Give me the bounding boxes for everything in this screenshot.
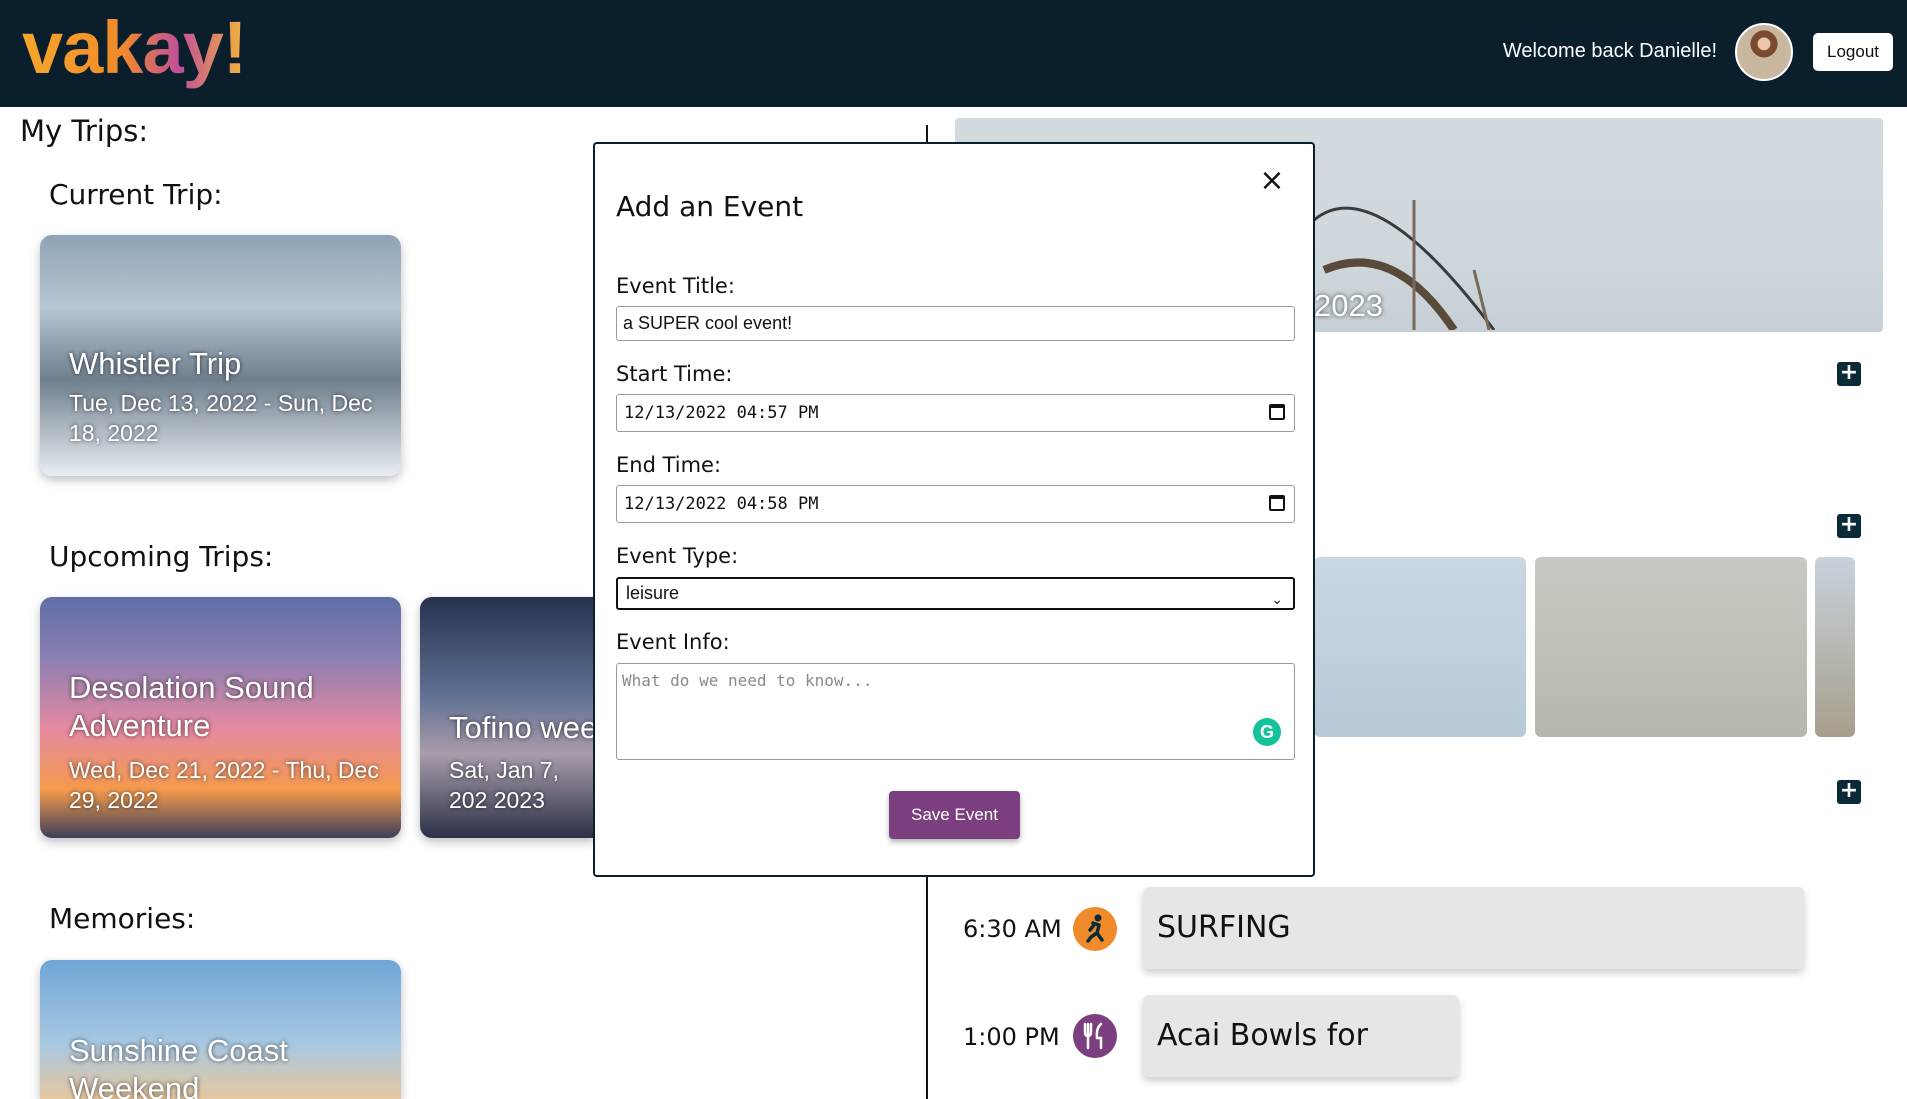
start-time-input[interactable]: 12/13/2022 04:57 PM	[616, 394, 1295, 432]
memory-card[interactable]: Sunshine Coast Weekend	[40, 960, 401, 1099]
event-card[interactable]: SURFING	[1143, 887, 1804, 969]
memory-photo[interactable]	[1314, 557, 1526, 737]
trip-title: Tofino wee	[449, 710, 595, 745]
memories-heading: Memories:	[49, 902, 196, 935]
upcoming-trip-card[interactable]: Desolation Sound Adventure Wed, Dec 21, …	[40, 597, 401, 838]
event-type-select[interactable]: leisure ⌄	[616, 577, 1295, 610]
event-type-value: leisure	[626, 583, 680, 603]
memory-photo[interactable]	[1815, 557, 1855, 737]
calendar-icon[interactable]	[1269, 495, 1285, 511]
chevron-down-icon: ⌄	[1271, 591, 1283, 607]
event-time: 6:30 AM	[963, 915, 1062, 943]
add-photo-button[interactable]: +	[1837, 514, 1861, 538]
app-logo[interactable]: vakay!	[22, 0, 247, 96]
calendar-icon[interactable]	[1269, 404, 1285, 420]
start-time-value: 12/13/2022 04:57 PM	[624, 403, 819, 423]
end-time-input[interactable]: 12/13/2022 04:58 PM	[616, 485, 1295, 523]
event-info-textarea[interactable]: What do we need to know... G	[616, 663, 1295, 760]
add-event-button[interactable]: +	[1837, 362, 1861, 386]
upcoming-trip-card[interactable]: Tofino wee Sat, Jan 7, 202 2023	[420, 597, 595, 838]
start-time-label: Start Time:	[616, 362, 733, 386]
banner-year: 2023	[1314, 288, 1383, 323]
avatar[interactable]	[1735, 23, 1793, 81]
top-header: vakay! Welcome back Danielle! Logout	[0, 0, 1907, 107]
welcome-message: Welcome back Danielle!	[1502, 40, 1717, 62]
logout-button[interactable]: Logout	[1813, 33, 1893, 71]
person-running-icon	[1073, 907, 1117, 951]
event-type-label: Event Type:	[616, 544, 739, 568]
event-time: 1:00 PM	[963, 1023, 1060, 1051]
event-info-label: Event Info:	[616, 630, 730, 654]
end-time-label: End Time:	[616, 453, 722, 477]
my-trips-heading: My Trips:	[20, 114, 149, 148]
fork-knife-icon	[1073, 1014, 1117, 1058]
trip-dates: Wed, Dec 21, 2022 - Thu, Dec 29, 2022	[69, 757, 379, 813]
trip-title: Whistler Trip	[69, 346, 242, 381]
modal-title: Add an Event	[616, 190, 804, 223]
trip-dates: Tue, Dec 13, 2022 - Sun, Dec 18, 2022	[69, 390, 373, 446]
event-card[interactable]: Acai Bowls for lunch!	[1143, 995, 1459, 1077]
save-event-button[interactable]: Save Event	[889, 791, 1020, 839]
grammarly-icon[interactable]: G	[1253, 718, 1281, 746]
end-time-value: 12/13/2022 04:58 PM	[624, 494, 819, 514]
trip-dates: Sat, Jan 7, 202 2023	[449, 757, 559, 813]
current-trip-heading: Current Trip:	[49, 178, 223, 211]
event-info-placeholder: What do we need to know...	[622, 671, 873, 690]
trip-title: Desolation Sound Adventure	[69, 670, 314, 743]
event-title-input[interactable]: a SUPER cool event!	[616, 306, 1295, 341]
current-trip-card[interactable]: Whistler Trip Tue, Dec 13, 2022 - Sun, D…	[40, 235, 401, 476]
close-icon[interactable]: ×	[1257, 166, 1287, 196]
add-itinerary-button[interactable]: +	[1837, 780, 1861, 804]
trip-title: Sunshine Coast Weekend	[69, 1033, 288, 1099]
memory-photo[interactable]	[1535, 557, 1807, 737]
event-title-label: Event Title:	[616, 274, 735, 298]
upcoming-trips-heading: Upcoming Trips:	[49, 540, 274, 573]
add-event-modal: Add an Event × Event Title: a SUPER cool…	[593, 142, 1315, 877]
